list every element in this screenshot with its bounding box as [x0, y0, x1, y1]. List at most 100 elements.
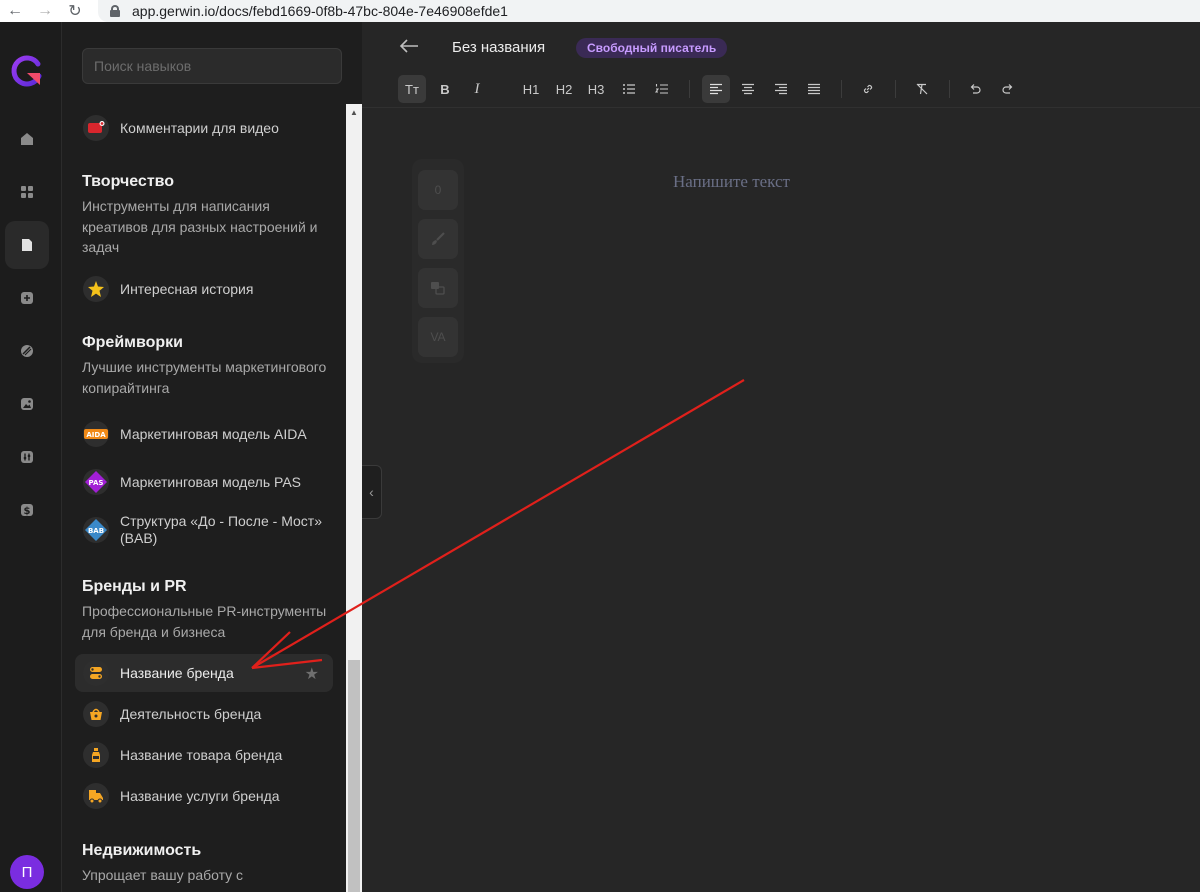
skill-interesting-story[interactable]: Интересная история [75, 270, 333, 308]
document-title[interactable]: Без названия [452, 39, 545, 56]
svg-text:$: $ [24, 506, 31, 517]
skill-label: Интересная история [120, 280, 254, 297]
editor-text-area[interactable]: Напишите текст [673, 172, 790, 192]
skills-panel: Комментарии для видео Творчество Инструм… [62, 22, 362, 892]
rail-explore-button[interactable] [5, 327, 49, 375]
editor-area: Без названия Свободный писатель Tт B I H… [362, 22, 1200, 892]
reload-icon[interactable]: ↻ [60, 0, 90, 22]
brush-tool-button[interactable] [418, 219, 458, 259]
category-desc-creativity: Инструменты для написания креативов для … [82, 198, 318, 255]
align-left-icon [710, 83, 722, 95]
rail-documents-button[interactable] [5, 221, 49, 269]
align-center-button[interactable] [734, 75, 762, 103]
rail-create-button[interactable] [5, 274, 49, 322]
svg-text:BAB: BAB [88, 527, 104, 535]
skill-label: Маркетинговая модель AIDA [120, 425, 307, 442]
brush-icon [432, 232, 445, 245]
scrollbar-thumb[interactable] [348, 660, 360, 892]
toolbar-separator [949, 80, 950, 98]
redo-button[interactable] [994, 75, 1022, 103]
favorite-star-icon[interactable]: ★ [305, 664, 319, 684]
italic-button[interactable]: I [463, 75, 491, 103]
align-left-button[interactable] [702, 75, 730, 103]
icon-rail: $ П [0, 22, 62, 892]
skill-bab[interactable]: BAB Структура «До - После - Мост» (BAB) [75, 511, 333, 549]
undo-button[interactable] [961, 75, 989, 103]
skill-brand-name[interactable]: Название бренда ★ [75, 654, 333, 692]
mode-badge[interactable]: Свободный писатель [576, 38, 728, 58]
clear-format-button[interactable] [908, 75, 936, 103]
translate-icon [431, 282, 445, 295]
heading1-label: H1 [522, 81, 540, 97]
numbered-list-icon [655, 84, 668, 94]
heading1-button[interactable]: H1 [517, 75, 545, 103]
translate-tool-button[interactable] [418, 268, 458, 308]
rail-billing-button[interactable]: $ [5, 486, 49, 534]
text-style-button[interactable]: Tт [398, 75, 426, 103]
aida-badge-icon: AIDA [83, 421, 109, 447]
numbered-list-button[interactable] [648, 75, 676, 103]
rail-home-button[interactable] [5, 115, 49, 163]
back-nav-icon[interactable]: ← [0, 0, 30, 22]
forward-nav-icon[interactable]: → [30, 0, 60, 22]
brand-tag-icon [83, 660, 109, 686]
video-comment-icon [83, 115, 109, 141]
skill-pas[interactable]: PAS Маркетинговая модель PAS [75, 463, 333, 501]
heading2-button[interactable]: H2 [550, 75, 578, 103]
heading3-button[interactable]: H3 [582, 75, 610, 103]
category-title-brands: Бренды и PR [82, 578, 187, 595]
toolbar-separator [841, 80, 842, 98]
rail-images-button[interactable] [5, 380, 49, 428]
skill-brand-product[interactable]: Название товара бренда [75, 736, 333, 774]
category-title-creativity: Творчество [82, 173, 175, 190]
align-right-button[interactable] [767, 75, 795, 103]
skill-label: Название услуги бренда [120, 787, 280, 804]
clear-format-icon [916, 83, 928, 95]
lock-icon [110, 5, 120, 17]
heading2-label: H2 [555, 81, 573, 97]
skill-label: Деятельность бренда [120, 705, 262, 722]
skill-label: Название бренда [120, 664, 234, 681]
bullet-list-icon [623, 84, 635, 94]
collapse-panel-button[interactable]: ‹ [362, 465, 382, 519]
link-icon [863, 84, 873, 94]
formatting-toolbar: Tт B I H1 H2 H3 [362, 72, 1200, 108]
gerwin-logo-icon[interactable] [8, 54, 44, 90]
star-burst-icon [83, 276, 109, 302]
category-title-frameworks: Фреймворки [82, 334, 184, 351]
bottle-icon [83, 742, 109, 768]
skill-brand-service[interactable]: Название услуги бренда [75, 777, 333, 815]
skill-aida[interactable]: AIDA Маркетинговая модель AIDA [75, 415, 333, 453]
skill-brand-activity[interactable]: Деятельность бренда [75, 695, 333, 733]
skills-scrollbar[interactable]: ▲ [346, 104, 362, 892]
scroll-up-arrow-icon[interactable]: ▲ [346, 104, 362, 121]
skills-search-input[interactable] [82, 48, 342, 84]
rail-dashboard-button[interactable] [5, 168, 49, 216]
redo-icon [1002, 84, 1013, 94]
image-icon [21, 398, 33, 410]
skill-video-comments[interactable]: Комментарии для видео [75, 109, 333, 147]
url-text: app.gerwin.io/docs/febd1669-0f8b-47bc-80… [132, 3, 508, 19]
browser-bar: ← → ↻ app.gerwin.io/docs/febd1669-0f8b-4… [0, 0, 1200, 22]
bold-button[interactable]: B [431, 75, 459, 103]
skills-list: Комментарии для видео Творчество Инструм… [62, 104, 362, 892]
user-avatar[interactable]: П [10, 855, 44, 889]
bold-label: B [440, 81, 450, 97]
word-counter-button[interactable]: 0 [418, 170, 458, 210]
address-bar[interactable]: app.gerwin.io/docs/febd1669-0f8b-47bc-80… [98, 0, 1200, 22]
delivery-scooter-icon [83, 783, 109, 809]
toolbar-separator [689, 80, 690, 98]
align-justify-button[interactable] [800, 75, 828, 103]
va-tool-button[interactable]: VA [418, 317, 458, 357]
rail-settings-button[interactable] [5, 433, 49, 481]
bullet-list-button[interactable] [615, 75, 643, 103]
back-arrow-icon[interactable] [398, 35, 420, 57]
skill-label: Маркетинговая модель PAS [120, 473, 302, 490]
skill-label: Комментарии для видео [120, 119, 279, 136]
link-button[interactable] [854, 75, 882, 103]
svg-text:PAS: PAS [89, 479, 104, 487]
toolbar-separator [895, 80, 896, 98]
editor-header: Без названия Свободный писатель [362, 22, 1200, 72]
category-desc-realty: Упрощает вашу работу с [82, 867, 244, 883]
side-tools-panel: 0 VA [412, 159, 464, 363]
